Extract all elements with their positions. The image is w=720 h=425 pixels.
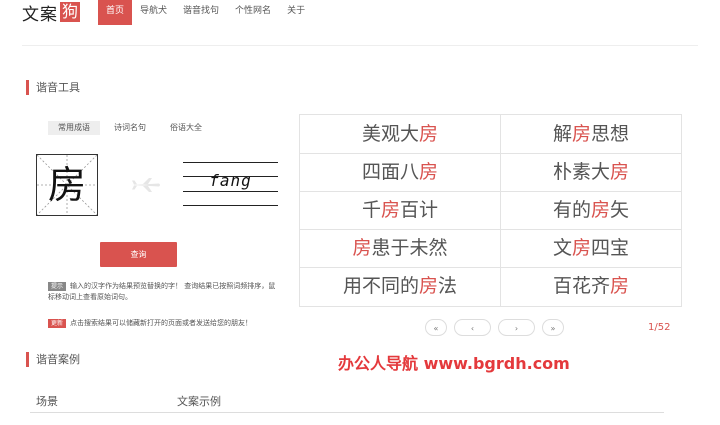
update-tag: 更新 — [48, 319, 67, 328]
tip-note: 提示 输入的汉字作为结果预览替换的字！ 查询结果已按照词频排序，鼠 — [48, 281, 283, 291]
next-page-button[interactable]: › — [498, 319, 535, 336]
nav-item-guide[interactable]: 导航犬 — [132, 0, 175, 25]
char-input-box[interactable]: 房 — [36, 154, 98, 216]
first-page-button[interactable]: « — [425, 319, 447, 336]
logo-box: 狗 — [60, 2, 81, 22]
result-item[interactable]: 房患于未然 — [300, 229, 500, 267]
result-item[interactable]: 解房思想 — [501, 115, 681, 153]
case-table-header: 场景 文案示例 — [30, 389, 664, 413]
result-item[interactable]: 百花齐房 — [501, 267, 681, 305]
watermark-text: 办公人导航 www.bgrdh.com — [338, 354, 570, 373]
tip-tag: 提示 — [48, 282, 67, 291]
case-section-title: 谐音案例 — [26, 352, 80, 367]
tip-text-2: 标移动词上查看原始词句。 — [48, 293, 132, 301]
tab-common-idioms[interactable]: 常用成语 — [48, 121, 100, 135]
result-item[interactable]: 朴素大房 — [501, 153, 681, 191]
nav-item-homophone[interactable]: 谐音找句 — [175, 0, 227, 25]
site-logo[interactable]: 文案 狗 — [22, 1, 81, 25]
tip-note-cont: 标移动词上查看原始词句。 — [48, 292, 132, 302]
nav-item-nickname[interactable]: 个性网名 — [227, 0, 279, 25]
logo-text: 文案 — [22, 4, 58, 25]
column-scene: 场景 — [36, 395, 58, 408]
query-button[interactable]: 查询 — [100, 242, 177, 267]
top-nav: 文案 狗 首页 导航犬 谐音找句 个性网名 关于 — [0, 0, 720, 25]
column-example: 文案示例 — [177, 395, 221, 408]
result-item[interactable]: 用不同的房法 — [300, 267, 500, 305]
nav-item-home[interactable]: 首页 — [98, 0, 133, 25]
result-item[interactable]: 美观大房 — [300, 115, 500, 153]
case-row-partial — [30, 418, 664, 425]
tab-proverbs[interactable]: 俗语大全 — [160, 121, 212, 135]
update-text: 点击搜索结果可以储藏新打开的页面或者发送给您的朋友！ — [70, 319, 253, 327]
results-grid: 美观大房 解房思想 四面八房 朴素大房 千房百计 有的房矢 房患于未然 文房四宝… — [299, 114, 682, 307]
result-item[interactable]: 四面八房 — [300, 153, 500, 191]
tool-section-title: 谐音工具 — [26, 80, 80, 95]
prev-page-button[interactable]: ‹ — [454, 319, 491, 336]
input-char: 房 — [47, 163, 86, 207]
result-item[interactable]: 有的房矢 — [501, 191, 681, 229]
update-note: 更新 点击搜索结果可以储藏新打开的页面或者发送给您的朋友！ — [48, 318, 252, 328]
last-page-button[interactable]: » — [542, 319, 564, 336]
tip-text-1: 输入的汉字作为结果预览替换的字！ 查询结果已按照词频排序，鼠 — [70, 282, 276, 290]
tool-tabs: 常用成语 诗词名句 俗语大全 — [48, 121, 216, 135]
result-item[interactable]: 千房百计 — [300, 191, 500, 229]
nav-menu: 首页 导航犬 谐音找句 个性网名 关于 — [98, 0, 313, 25]
pager: « ‹ › » — [425, 319, 571, 336]
page-count: 1/52 — [648, 322, 671, 333]
nav-item-about[interactable]: 关于 — [279, 0, 313, 25]
nav-divider — [22, 45, 698, 46]
pinyin-text: fang — [209, 171, 252, 190]
tab-poetry-quotes[interactable]: 诗词名句 — [104, 121, 156, 135]
result-item[interactable]: 文房四宝 — [501, 229, 681, 267]
airplane-icon — [131, 177, 161, 197]
